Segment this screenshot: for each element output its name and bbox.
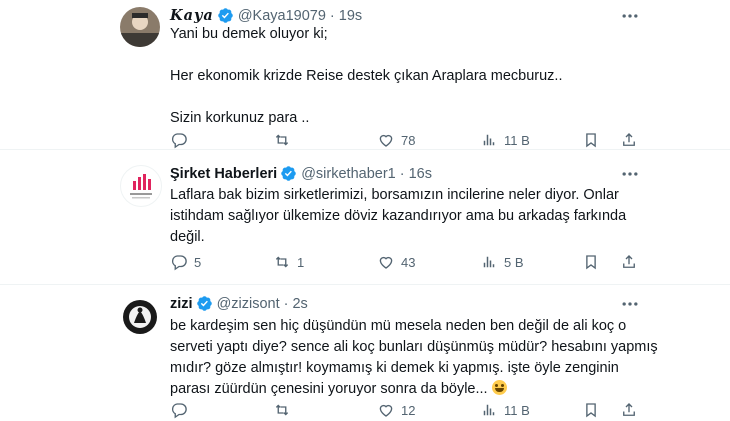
tweet-line: Sizin korkunuz para .. (170, 110, 310, 126)
reply-count: 5 (194, 254, 202, 270)
bookmark-button[interactable] (582, 253, 600, 271)
retweet-icon (275, 256, 289, 268)
tweet-text: be kardeşim sen hiç düşündün mü mesela n… (170, 316, 658, 400)
action-bar: 12 11 B (170, 401, 640, 421)
view-count: 5 B (504, 254, 524, 270)
reply-icon (171, 133, 187, 149)
bookmark-icon (586, 403, 596, 418)
tweet-sirket-haberleri[interactable]: Şirket Haberleri @sirkethaber1 · 16s Laf… (0, 150, 730, 284)
more-icon[interactable] (620, 6, 640, 26)
retweet-count: 1 (297, 254, 305, 270)
tweet-line: serveti yaptı diye? sence ali koç bunlar… (170, 339, 658, 355)
tweet-header: Kaya @Kaya19079 · 19s (170, 7, 362, 24)
like-icon (379, 134, 393, 147)
retweet-button[interactable] (273, 131, 297, 149)
avatar[interactable] (120, 165, 162, 207)
handle[interactable]: @zizisont (217, 296, 280, 312)
handle[interactable]: @Kaya19079 (238, 8, 326, 24)
timestamp[interactable]: 16s (409, 166, 432, 182)
bookmark-button[interactable] (582, 401, 600, 419)
like-button[interactable]: 78 (377, 131, 415, 149)
bookmark-button[interactable] (582, 131, 600, 149)
share-button[interactable] (620, 401, 638, 419)
share-icon (623, 403, 635, 416)
verified-badge-icon (196, 296, 212, 311)
tweet-header: zizi @zizisont · 2s (170, 295, 308, 312)
tweet-zizi[interactable]: zizi @zizisont · 2s be kardeşim sen hiç … (0, 285, 730, 420)
retweet-button[interactable]: 1 (273, 253, 304, 271)
retweet-button[interactable] (273, 401, 297, 419)
tweet-line: be kardeşim sen hiç düşündün mü mesela n… (170, 318, 627, 334)
retweet-icon (275, 404, 289, 416)
tweet-text: Laflara bak bizim sirketlerimizi, borsam… (170, 185, 626, 248)
tweet-text: Yani bu demek oluyor ki; Her ekonomik kr… (170, 24, 562, 129)
avatar[interactable] (120, 297, 160, 337)
handle[interactable]: @sirkethaber1 (301, 166, 396, 182)
display-name[interactable]: zizi (170, 296, 193, 312)
bookmark-icon (586, 255, 596, 270)
views-icon (483, 404, 495, 416)
tweet-line: Laflara bak bizim sirketlerimizi, borsam… (170, 187, 619, 203)
like-icon (379, 256, 393, 269)
separator-dot: · (329, 7, 335, 24)
more-icon[interactable] (620, 164, 640, 184)
like-count: 43 (401, 254, 416, 270)
view-count: 11 B (504, 402, 530, 418)
timestamp[interactable]: 19s (339, 8, 362, 24)
tweet-line (170, 45, 562, 66)
reply-button[interactable]: 5 (170, 253, 201, 271)
tweet-kaya[interactable]: Kaya @Kaya19079 · 19s Yani bu demek oluy… (0, 0, 730, 149)
like-count: 78 (401, 132, 416, 148)
display-name[interactable]: Kaya (170, 7, 214, 24)
reply-icon (171, 255, 187, 271)
reply-button[interactable] (170, 131, 194, 149)
tweet-line: Her ekonomik krizde Reise destek çıkan A… (170, 68, 563, 84)
views-icon (483, 256, 495, 268)
tweet-header: Şirket Haberleri @sirkethaber1 · 16s (170, 165, 432, 182)
avatar[interactable] (120, 7, 160, 47)
tweet-line: değil. (170, 229, 205, 245)
like-count: 12 (401, 402, 416, 418)
separator-dot: · (399, 165, 405, 182)
reply-button[interactable] (170, 401, 194, 419)
retweet-icon (275, 134, 289, 146)
bookmark-icon (586, 133, 596, 148)
grinning-emoji-icon (491, 380, 507, 395)
action-bar: 78 11 B (170, 131, 640, 151)
tweet-line: Yani bu demek oluyor ki; (170, 26, 328, 42)
timestamp[interactable]: 2s (292, 296, 307, 312)
share-icon (623, 255, 635, 268)
views-button[interactable]: 11 B (480, 131, 530, 149)
tweet-line: istihdam sağlıyor ülkemize döviz kazandı… (170, 208, 627, 224)
views-button[interactable]: 11 B (480, 401, 530, 419)
verified-badge-icon (281, 166, 296, 181)
like-button[interactable]: 12 (377, 401, 415, 419)
tweet-line-last: parası züürdün çenesini yoruyor sonra da… (170, 379, 658, 400)
views-button[interactable]: 5 B (480, 253, 524, 271)
verified-badge-icon (218, 8, 233, 23)
separator-dot: · (283, 295, 289, 312)
like-icon (379, 404, 393, 417)
share-button[interactable] (620, 131, 638, 149)
tweet-line (170, 87, 562, 108)
tweet-line: mıdır? göze almıştır! koymamış ki demek … (170, 360, 619, 376)
view-count: 11 B (504, 132, 530, 148)
share-button[interactable] (620, 253, 638, 271)
share-icon (623, 133, 635, 146)
action-bar: 5 1 43 5 B (170, 253, 640, 273)
like-button[interactable]: 43 (377, 253, 415, 271)
display-name[interactable]: Şirket Haberleri (170, 166, 277, 182)
views-icon (483, 134, 495, 146)
reply-icon (171, 403, 187, 419)
tweet-line: parası züürdün çenesini yoruyor sonra da… (170, 381, 488, 397)
more-icon[interactable] (620, 294, 640, 314)
